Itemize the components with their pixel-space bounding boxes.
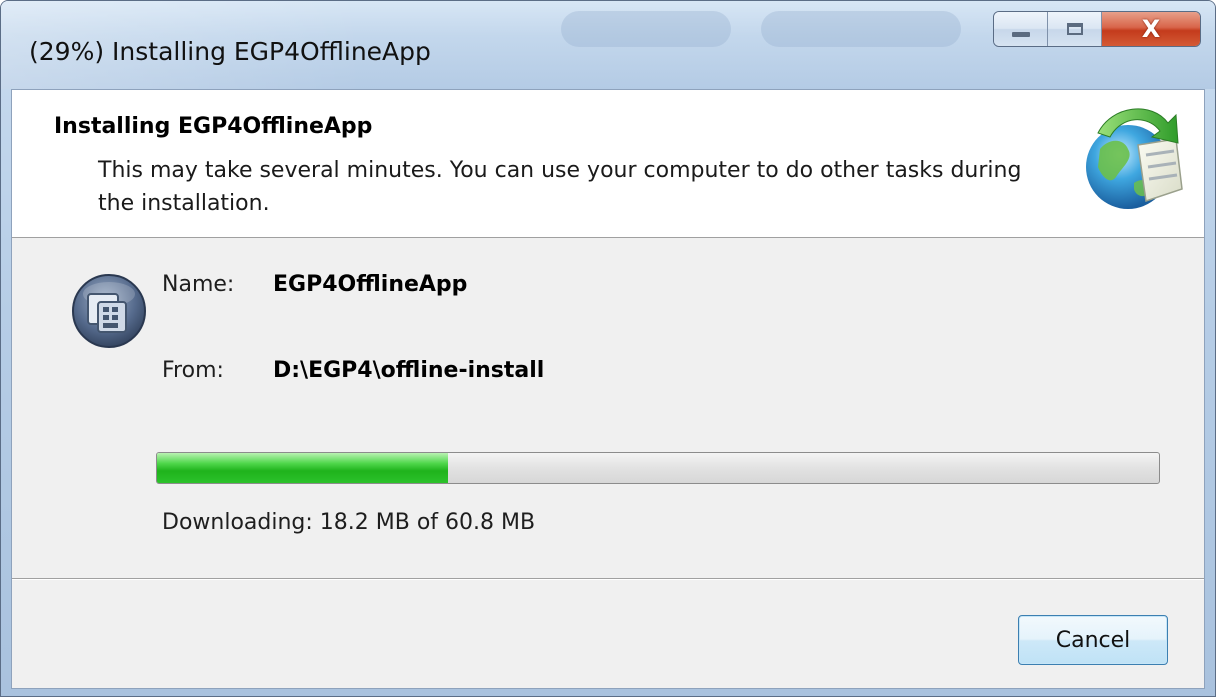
header-title: Installing EGP4OfflineApp [54, 114, 373, 139]
installer-window: (29%) Installing EGP4OfflineApp X Instal… [0, 0, 1216, 697]
window-title: (29%) Installing EGP4OfflineApp [29, 37, 431, 66]
close-icon: X [1141, 15, 1161, 43]
dialog-client-area: Installing EGP4OfflineApp This may take … [11, 89, 1205, 689]
app-icon [72, 274, 146, 348]
header-description: This may take several minutes. You can u… [98, 158, 1022, 216]
dialog-header: Installing EGP4OfflineApp This may take … [12, 90, 1204, 238]
maximize-icon [1066, 23, 1083, 35]
caption-buttons: X [993, 11, 1201, 47]
close-button[interactable]: X [1102, 12, 1200, 46]
globe-install-icon [1086, 108, 1183, 209]
minimize-button[interactable] [994, 12, 1048, 46]
footer-divider [12, 578, 1204, 580]
cancel-button[interactable]: Cancel [1018, 615, 1168, 665]
titlebar-reflection [561, 11, 731, 47]
titlebar-reflection [761, 11, 961, 47]
download-progress-bar [156, 452, 1160, 484]
maximize-button[interactable] [1048, 12, 1102, 46]
name-label: Name: [162, 272, 235, 297]
from-value: D:\EGP4\offline-install [273, 358, 545, 383]
from-label: From: [162, 358, 224, 383]
title-bar[interactable]: (29%) Installing EGP4OfflineApp X [1, 1, 1215, 89]
download-status: Downloading: 18.2 MB of 60.8 MB [162, 510, 536, 535]
name-value: EGP4OfflineApp [273, 272, 468, 297]
minimize-icon [1011, 31, 1030, 37]
progress-fill [157, 453, 448, 483]
